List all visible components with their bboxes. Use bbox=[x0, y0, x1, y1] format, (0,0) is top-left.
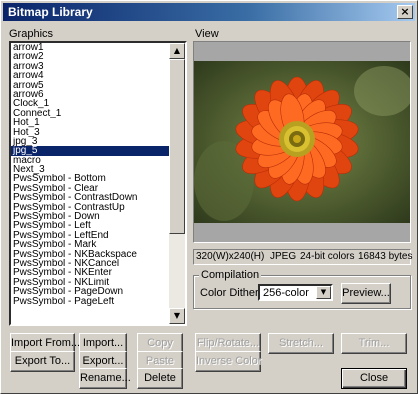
list-item[interactable]: PwsSymbol - NKLimit bbox=[11, 278, 173, 287]
bitmap-library-window: Bitmap Library × Graphics View arrow1 arr… bbox=[0, 0, 418, 394]
list-item[interactable]: arrow2 bbox=[11, 52, 173, 61]
graphics-list[interactable]: arrow1 arrow2 arrow3 arrow4 arrow5 arrow6 Cloc… bbox=[9, 41, 187, 326]
window-title: Bitmap Library bbox=[8, 5, 93, 19]
list-item[interactable]: arrow3 bbox=[11, 62, 173, 71]
list-item[interactable]: PwsSymbol - PageDown bbox=[11, 287, 173, 296]
list-item[interactable]: Next_3 bbox=[11, 165, 173, 174]
title-bar[interactable]: Bitmap Library × bbox=[3, 3, 415, 21]
image-format: JPEG bbox=[270, 251, 297, 262]
list-item[interactable]: Connect_1 bbox=[11, 109, 173, 118]
image-dimensions: 320(W)x240(H) bbox=[196, 251, 265, 262]
list-item[interactable]: PwsSymbol - ContrastUp bbox=[11, 203, 173, 212]
list-item[interactable]: PwsSymbol - Left bbox=[11, 221, 173, 230]
scroll-up-icon[interactable]: ▲ bbox=[169, 43, 185, 59]
scroll-down-icon[interactable]: ▼ bbox=[169, 308, 185, 324]
list-item[interactable]: Hot_1 bbox=[11, 118, 173, 127]
list-item[interactable]: PwsSymbol - NKEnter bbox=[11, 268, 173, 277]
list-item[interactable]: Hot_3 bbox=[11, 128, 173, 137]
list-item[interactable]: arrow6 bbox=[11, 90, 173, 99]
compilation-title: Compilation bbox=[199, 269, 262, 281]
list-item[interactable]: arrow5 bbox=[11, 81, 173, 90]
chevron-down-icon[interactable]: ▼ bbox=[316, 286, 331, 299]
flower-image bbox=[194, 61, 410, 223]
list-item[interactable]: arrow4 bbox=[11, 71, 173, 80]
list-item[interactable]: PwsSymbol - Mark bbox=[11, 240, 173, 249]
list-item[interactable]: PwsSymbol - LeftEnd bbox=[11, 231, 173, 240]
graphics-list-items: arrow1 arrow2 arrow3 arrow4 arrow5 arrow6 Cloc… bbox=[11, 43, 173, 306]
graphics-list-scrollbar[interactable]: ▲ ▼ bbox=[169, 43, 185, 324]
color-dithering-select[interactable]: 256-color ▼ bbox=[258, 284, 333, 301]
scroll-thumb[interactable] bbox=[169, 59, 185, 234]
list-item[interactable]: PwsSymbol - Down bbox=[11, 212, 173, 221]
list-item[interactable]: PwsSymbol - NKCancel bbox=[11, 259, 173, 268]
list-item[interactable]: PwsSymbol - ContrastDown bbox=[11, 193, 173, 202]
list-item[interactable]: PwsSymbol - PageLeft bbox=[11, 297, 173, 306]
view-label: View bbox=[195, 28, 219, 40]
trim-button[interactable]: Trim... bbox=[341, 333, 407, 354]
list-item[interactable]: PwsSymbol - Clear bbox=[11, 184, 173, 193]
list-item[interactable]: Clock_1 bbox=[11, 99, 173, 108]
list-item[interactable]: macro bbox=[11, 156, 173, 165]
close-button[interactable]: Close bbox=[341, 368, 407, 389]
list-item[interactable]: jpg_3 bbox=[11, 137, 173, 146]
color-dithering-value: 256-color bbox=[263, 287, 309, 299]
rename-button[interactable]: Rename... bbox=[79, 368, 131, 389]
close-icon[interactable]: × bbox=[397, 5, 413, 19]
delete-button[interactable]: Delete bbox=[137, 368, 183, 389]
list-item[interactable]: arrow1 bbox=[11, 43, 173, 52]
image-info-bar: 320(W)x240(H) JPEG 24-bit colors 16843 b… bbox=[193, 249, 413, 265]
list-item[interactable]: PwsSymbol - Bottom bbox=[11, 174, 173, 183]
list-item[interactable]: jpg_5 bbox=[11, 146, 173, 156]
list-item[interactable]: PwsSymbol - NKBackspace bbox=[11, 250, 173, 259]
image-file-size: 16843 bytes bbox=[358, 251, 413, 262]
export-to-button[interactable]: Export To... bbox=[10, 351, 75, 372]
graphics-label: Graphics bbox=[9, 28, 54, 40]
inverse-color-button[interactable]: Inverse Color bbox=[195, 351, 261, 372]
preview-button[interactable]: Preview... bbox=[341, 283, 391, 304]
image-preview bbox=[193, 41, 411, 243]
image-color-depth: 24-bit colors bbox=[300, 251, 355, 262]
stretch-button[interactable]: Stretch... bbox=[268, 333, 334, 354]
